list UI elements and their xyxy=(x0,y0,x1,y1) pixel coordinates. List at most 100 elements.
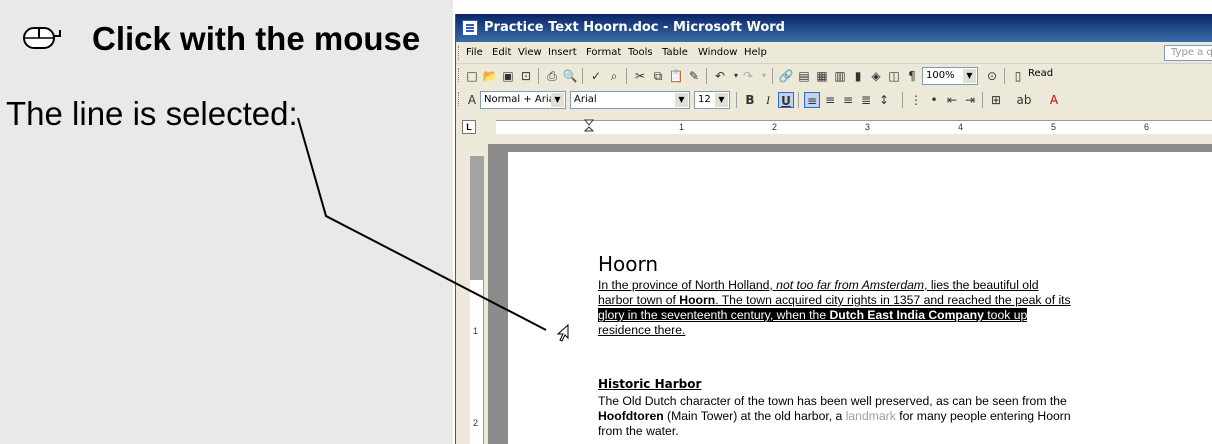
justify-icon[interactable]: ≣ xyxy=(858,92,874,108)
standard-toolbar: □ 📂 ▣ ⊡ ⎙ 🔍 ✓ ⌕ ✂ ⧉ 📋 ✎ ↶ ▾ ↷ ▾ 🔗 ▤ ▦ ▥ … xyxy=(456,64,1212,88)
ruler-number: 3 xyxy=(865,122,871,132)
ruler-number: 2 xyxy=(772,122,778,132)
read-mode-icon[interactable]: ▯ xyxy=(1010,68,1026,84)
selected-line[interactable]: glory in the seventeenth century, when t… xyxy=(598,308,1028,323)
research-icon[interactable]: ⌕ xyxy=(606,68,622,84)
zoom-value: 100% xyxy=(926,70,955,81)
italic-icon[interactable]: I xyxy=(760,92,776,108)
menu-format[interactable]: Format xyxy=(586,47,621,58)
menu-file[interactable]: File xyxy=(466,47,483,58)
undo-icon[interactable]: ↶ xyxy=(712,68,728,84)
paragraph-line[interactable]: In the province of North Holland, not to… xyxy=(598,278,1039,293)
chevron-down-icon[interactable]: ▼ xyxy=(675,93,688,107)
bold-icon[interactable]: B xyxy=(742,92,758,108)
toolbar-grip[interactable] xyxy=(458,46,461,60)
instruction-title: Click with the mouse xyxy=(92,20,421,57)
menu-window[interactable]: Window xyxy=(698,47,737,58)
show-formatting-icon[interactable]: ¶ xyxy=(904,68,920,84)
ruler-number: 2 xyxy=(473,418,479,428)
word-window: Practice Text Hoorn.doc - Microsoft Word… xyxy=(455,14,1212,444)
cut-icon[interactable]: ✂ xyxy=(632,68,648,84)
insert-table-icon[interactable]: ▦ xyxy=(814,68,830,84)
increase-indent-icon[interactable]: ⇥ xyxy=(962,92,978,108)
paragraph-line[interactable]: Hoofdtoren (Main Tower) at the old harbo… xyxy=(598,409,1071,424)
chevron-down-icon[interactable]: ▼ xyxy=(715,93,728,107)
align-right-icon[interactable]: ≡ xyxy=(840,92,856,108)
open-icon[interactable]: 📂 xyxy=(482,68,498,84)
paragraph-line[interactable]: The Old Dutch character of the town has … xyxy=(598,394,1067,409)
indent-marker-icon[interactable] xyxy=(584,119,594,135)
menu-bar: File Edit View Insert Format Tools Table… xyxy=(456,42,1212,64)
instruction-caption: The line is selected: xyxy=(6,95,298,132)
zoom-dropdown[interactable]: 100% ▼ xyxy=(922,67,978,85)
document-subheading[interactable]: Historic Harbor xyxy=(598,377,701,391)
highlight-icon[interactable]: ab xyxy=(1016,92,1032,108)
decrease-indent-icon[interactable]: ⇤ xyxy=(944,92,960,108)
align-left-icon[interactable]: ≡ xyxy=(804,92,820,108)
menu-table[interactable]: Table xyxy=(662,47,688,58)
new-document-icon[interactable]: □ xyxy=(464,68,480,84)
document-area: Hoorn In the province of North Holland, … xyxy=(488,144,1212,444)
instruction-panel: Click with the mouse The line is selecte… xyxy=(0,0,453,444)
menu-insert[interactable]: Insert xyxy=(548,47,577,58)
toolbar-grip[interactable] xyxy=(458,92,461,106)
chevron-down-icon[interactable]: ▼ xyxy=(551,93,564,107)
chevron-down-icon[interactable]: ▼ xyxy=(963,69,976,83)
vertical-ruler[interactable]: 1 2 xyxy=(470,156,484,444)
hyperlink-icon[interactable]: 🔗 xyxy=(778,68,794,84)
font-size-value: 12 xyxy=(698,94,711,105)
document-page[interactable]: Hoorn In the province of North Holland, … xyxy=(508,152,1212,444)
word-document-icon[interactable] xyxy=(462,20,478,36)
mouse-click-icon xyxy=(23,27,61,49)
font-value: Arial xyxy=(574,94,597,105)
redo-icon[interactable]: ↷ xyxy=(740,68,756,84)
columns-icon[interactable]: ▮ xyxy=(850,68,866,84)
style-dropdown[interactable]: Normal + Arial, ▼ xyxy=(480,91,566,109)
font-dropdown[interactable]: Arial ▼ xyxy=(570,91,690,109)
bullets-icon[interactable]: • xyxy=(926,92,942,108)
format-painter-icon[interactable]: ✎ xyxy=(686,68,702,84)
paragraph-line[interactable]: residence there. xyxy=(598,323,685,338)
title-bar[interactable]: Practice Text Hoorn.doc - Microsoft Word xyxy=(456,14,1212,42)
ask-question-box[interactable]: Type a qu xyxy=(1164,45,1212,61)
font-color-icon[interactable]: A xyxy=(1046,92,1062,108)
font-size-dropdown[interactable]: 12 ▼ xyxy=(694,91,730,109)
toolbar-grip[interactable] xyxy=(458,68,461,82)
paragraph-line[interactable]: from the water. xyxy=(598,424,679,439)
permission-icon[interactable]: ⊡ xyxy=(518,68,534,84)
help-icon[interactable]: ⊙ xyxy=(984,68,1000,84)
read-button[interactable]: Read xyxy=(1028,68,1053,79)
paragraph-line[interactable]: harbor town of Hoorn. The town acquired … xyxy=(598,293,1071,308)
selection-arrow-cursor-icon xyxy=(556,324,569,342)
styles-pane-icon[interactable]: A xyxy=(464,92,480,108)
menu-edit[interactable]: Edit xyxy=(492,47,511,58)
formatting-toolbar: A Normal + Arial, ▼ Arial ▼ 12 ▼ B I U ≡… xyxy=(456,88,1212,112)
paste-icon[interactable]: 📋 xyxy=(668,68,684,84)
ruler-area: L 1 2 3 4 5 6 xyxy=(456,112,1212,144)
horizontal-ruler[interactable]: 1 2 3 4 5 6 xyxy=(496,119,1212,135)
tab-selector-icon[interactable]: L xyxy=(462,120,476,134)
ruler-number: 1 xyxy=(679,122,685,132)
document-heading[interactable]: Hoorn xyxy=(598,252,658,276)
underline-icon[interactable]: U xyxy=(778,92,794,108)
numbering-icon[interactable]: ⋮ xyxy=(908,92,924,108)
window-title: Practice Text Hoorn.doc - Microsoft Word xyxy=(484,20,785,35)
menu-tools[interactable]: Tools xyxy=(628,47,653,58)
print-preview-icon[interactable]: 🔍 xyxy=(562,68,578,84)
document-map-icon[interactable]: ◫ xyxy=(886,68,902,84)
print-icon[interactable]: ⎙ xyxy=(544,68,560,84)
ruler-number: 4 xyxy=(958,122,964,132)
redo-dropdown-icon[interactable]: ▾ xyxy=(756,68,772,84)
copy-icon[interactable]: ⧉ xyxy=(650,68,666,84)
menu-view[interactable]: View xyxy=(518,47,542,58)
drawing-icon[interactable]: ◈ xyxy=(868,68,884,84)
tables-borders-icon[interactable]: ▤ xyxy=(796,68,812,84)
insert-excel-icon[interactable]: ▥ xyxy=(832,68,848,84)
line-spacing-icon[interactable]: ↕ xyxy=(876,92,892,108)
borders-icon[interactable]: ⊞ xyxy=(988,92,1004,108)
save-icon[interactable]: ▣ xyxy=(500,68,516,84)
spelling-icon[interactable]: ✓ xyxy=(588,68,604,84)
align-center-icon[interactable]: ≡ xyxy=(822,92,838,108)
ruler-number: 6 xyxy=(1144,122,1150,132)
menu-help[interactable]: Help xyxy=(744,47,767,58)
